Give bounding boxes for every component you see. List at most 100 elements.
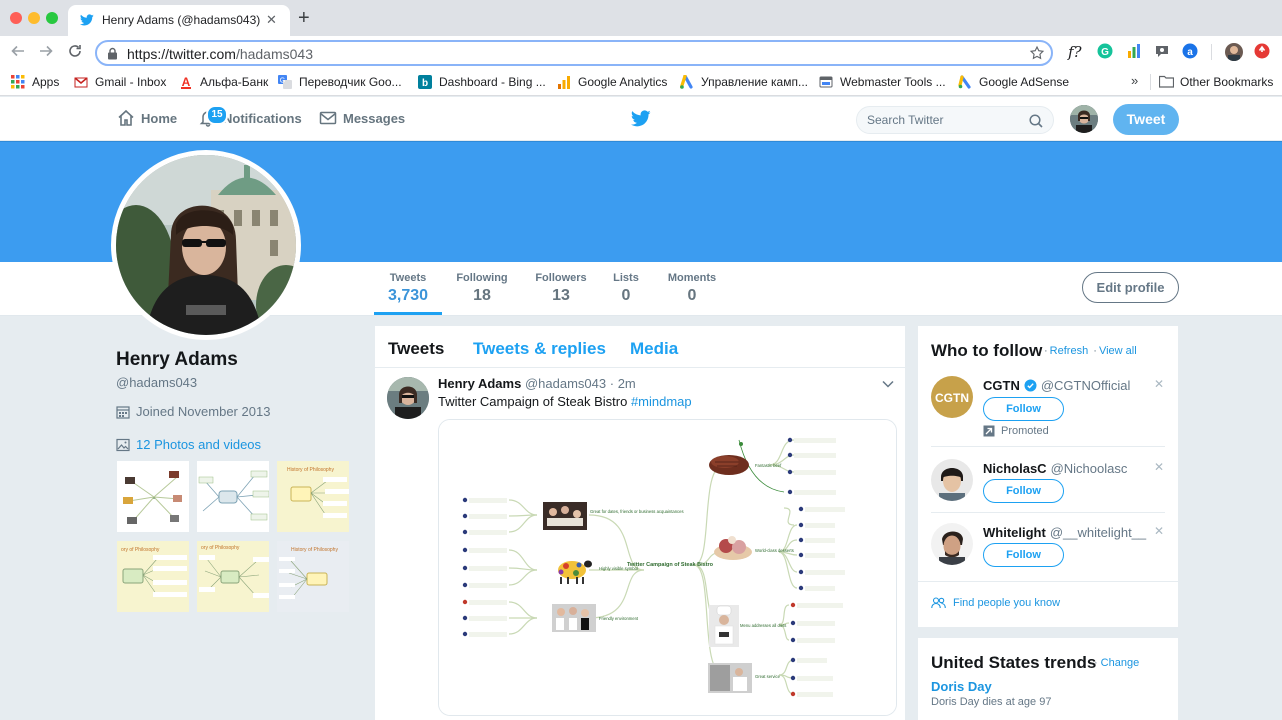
avatar[interactable] [931, 523, 973, 565]
google-ads-icon [680, 75, 694, 89]
formula-extension-icon[interactable]: f? [1068, 43, 1086, 61]
nav-home-label: Home [141, 110, 178, 126]
view-all-link[interactable]: View all [1099, 345, 1137, 357]
profile-name[interactable]: Henry Adams [116, 349, 238, 371]
account-name-line: Whitelight @__whitelight__ [983, 525, 1146, 540]
tweet-button[interactable]: Tweet [1113, 104, 1179, 135]
twitter-logo-icon[interactable] [631, 110, 651, 127]
photo-thumbnail[interactable]: History of Philosophy [276, 460, 350, 533]
tweet-header: Henry Adams @hadams043 · 2m [438, 376, 636, 391]
browser-tab[interactable]: Henry Adams (@hadams043) | Twitter ✕ [68, 5, 290, 36]
tab-tweets-and-replies[interactable]: Tweets & replies [473, 339, 606, 359]
reload-icon[interactable] [67, 43, 83, 59]
back-arrow-icon[interactable] [10, 43, 26, 59]
change-text: Change [1100, 657, 1140, 669]
translate-icon: G [278, 75, 292, 89]
tweet-timestamp[interactable]: 2m [618, 376, 636, 391]
close-window-button[interactable] [10, 12, 22, 24]
refresh-link[interactable]: Refresh [1050, 345, 1089, 357]
account-handle[interactable]: @__whitelight__ [1050, 525, 1146, 540]
profile-avatar[interactable] [111, 150, 301, 340]
dismiss-suggestion-icon[interactable]: ✕ [1154, 460, 1164, 474]
trends-change-link[interactable]: · Change [1094, 657, 1139, 669]
dismiss-suggestion-icon[interactable]: ✕ [1154, 377, 1164, 391]
edit-profile-button[interactable]: Edit profile [1082, 272, 1179, 303]
mindmap-branch: Highly visible symbol [599, 566, 638, 571]
follow-button[interactable]: Follow [983, 543, 1064, 567]
photos-and-videos-link[interactable]: 12 Photos and videos [116, 437, 261, 452]
stat-moments[interactable]: Moments 0 [663, 272, 721, 305]
browser-toolbar: https://twitter.com/hadams043 f? G a [0, 36, 1282, 68]
bookmark-google-analytics[interactable]: Google Analytics [557, 74, 667, 90]
tweet-media-mindmap[interactable]: Twitter Campaign of Steak Bistro Great f… [438, 419, 897, 716]
bookmarks-overflow-button[interactable]: » [1131, 73, 1138, 88]
grammarly-icon[interactable]: G [1097, 43, 1115, 61]
bookmark-adsense[interactable]: Google AdSense [958, 74, 1069, 90]
find-people-link[interactable]: Find people you know [931, 597, 1060, 609]
search-input[interactable] [867, 113, 1027, 127]
search-icon[interactable] [1029, 114, 1043, 128]
profile-avatar-icon[interactable] [1225, 43, 1243, 61]
nav-home[interactable]: Home [117, 109, 177, 127]
a-extension-icon[interactable]: a [1182, 43, 1200, 61]
bookmark-star-icon[interactable] [1029, 45, 1045, 61]
bookmark-google-ads[interactable]: Управление камп... [680, 74, 808, 90]
bookmark-label: Переводчик Goo... [299, 75, 402, 89]
bookmark-webmaster-tools[interactable]: Webmaster Tools ... [819, 74, 946, 90]
url-path: /hadams043 [235, 46, 313, 62]
tweet-hashtag[interactable]: #mindmap [631, 394, 692, 409]
avatar[interactable] [931, 459, 973, 501]
bookmark-bing[interactable]: b Dashboard - Bing ... [418, 74, 546, 90]
dismiss-suggestion-icon[interactable]: ✕ [1154, 524, 1164, 538]
account-name[interactable]: NicholasC [983, 461, 1047, 476]
mindmap-center: Twitter Campaign of Steak Bistro [627, 562, 714, 568]
address-bar[interactable]: https://twitter.com/hadams043 [95, 40, 1053, 66]
stat-value: 0 [687, 287, 697, 304]
tweet-text: Twitter Campaign of Steak Bistro #mindma… [438, 394, 692, 409]
nav-messages[interactable]: Messages [319, 109, 405, 127]
follow-button[interactable]: Follow [983, 397, 1064, 421]
stat-following[interactable]: Following 18 [451, 272, 513, 305]
analytics-extension-icon[interactable] [1126, 43, 1144, 61]
account-name[interactable]: CGTN [983, 378, 1020, 393]
avatar[interactable]: CGTN [931, 376, 973, 418]
photo-thumbnail[interactable]: History of Philosophy [276, 540, 350, 613]
tweet-author-avatar[interactable] [387, 377, 429, 419]
tab-media[interactable]: Media [630, 339, 678, 359]
stat-lists[interactable]: Lists 0 [608, 272, 644, 305]
forward-arrow-icon[interactable] [38, 43, 54, 59]
trend-name[interactable]: Doris Day [931, 679, 992, 694]
svg-text:CGTN: CGTN [935, 391, 969, 405]
profile-joined: Joined November 2013 [116, 404, 270, 419]
maximize-window-button[interactable] [46, 12, 58, 24]
follow-button[interactable]: Follow [983, 479, 1064, 503]
photo-thumbnail[interactable]: ● [116, 460, 190, 533]
stat-followers[interactable]: Followers 13 [531, 272, 591, 305]
chevron-down-icon[interactable] [882, 380, 894, 388]
tweet-author-name[interactable]: Henry Adams [438, 376, 521, 391]
tweet-author-handle[interactable]: @hadams043 [525, 376, 606, 391]
photo-thumbnail[interactable]: ory of Philosophy [196, 540, 270, 613]
account-handle[interactable]: @Nichoolasc [1051, 461, 1128, 476]
close-tab-icon[interactable]: ✕ [266, 12, 277, 28]
bookmark-apps[interactable]: Apps [11, 74, 59, 90]
adsense-icon [958, 75, 972, 89]
bookmark-other-bookmarks[interactable]: Other Bookmarks [1159, 74, 1273, 90]
photo-thumbnail[interactable] [196, 460, 270, 533]
bookmark-alfa-bank[interactable]: A Альфа-Банк [179, 74, 268, 90]
bookmark-label: Альфа-Банк [200, 75, 269, 89]
photo-thumbnail[interactable]: ory of Philosophy [116, 540, 190, 613]
account-name[interactable]: Whitelight [983, 525, 1046, 540]
bookmark-gmail[interactable]: Gmail - Inbox [74, 74, 166, 90]
new-tab-button[interactable]: + [298, 8, 310, 28]
tab-tweets[interactable]: Tweets [388, 339, 444, 359]
chat-extension-icon[interactable] [1154, 43, 1172, 61]
account-handle[interactable]: @CGTNOfficial [1041, 378, 1131, 393]
stat-tweets[interactable]: Tweets 3,730 [384, 272, 432, 305]
user-menu-avatar[interactable] [1070, 105, 1098, 133]
bookmark-translate[interactable]: G Переводчик Goo... [278, 74, 402, 90]
stop-extension-icon[interactable] [1254, 43, 1272, 61]
mindmap-branch: Great service [755, 674, 781, 679]
nav-notifications-label: Notifications [223, 110, 302, 126]
minimize-window-button[interactable] [28, 12, 40, 24]
